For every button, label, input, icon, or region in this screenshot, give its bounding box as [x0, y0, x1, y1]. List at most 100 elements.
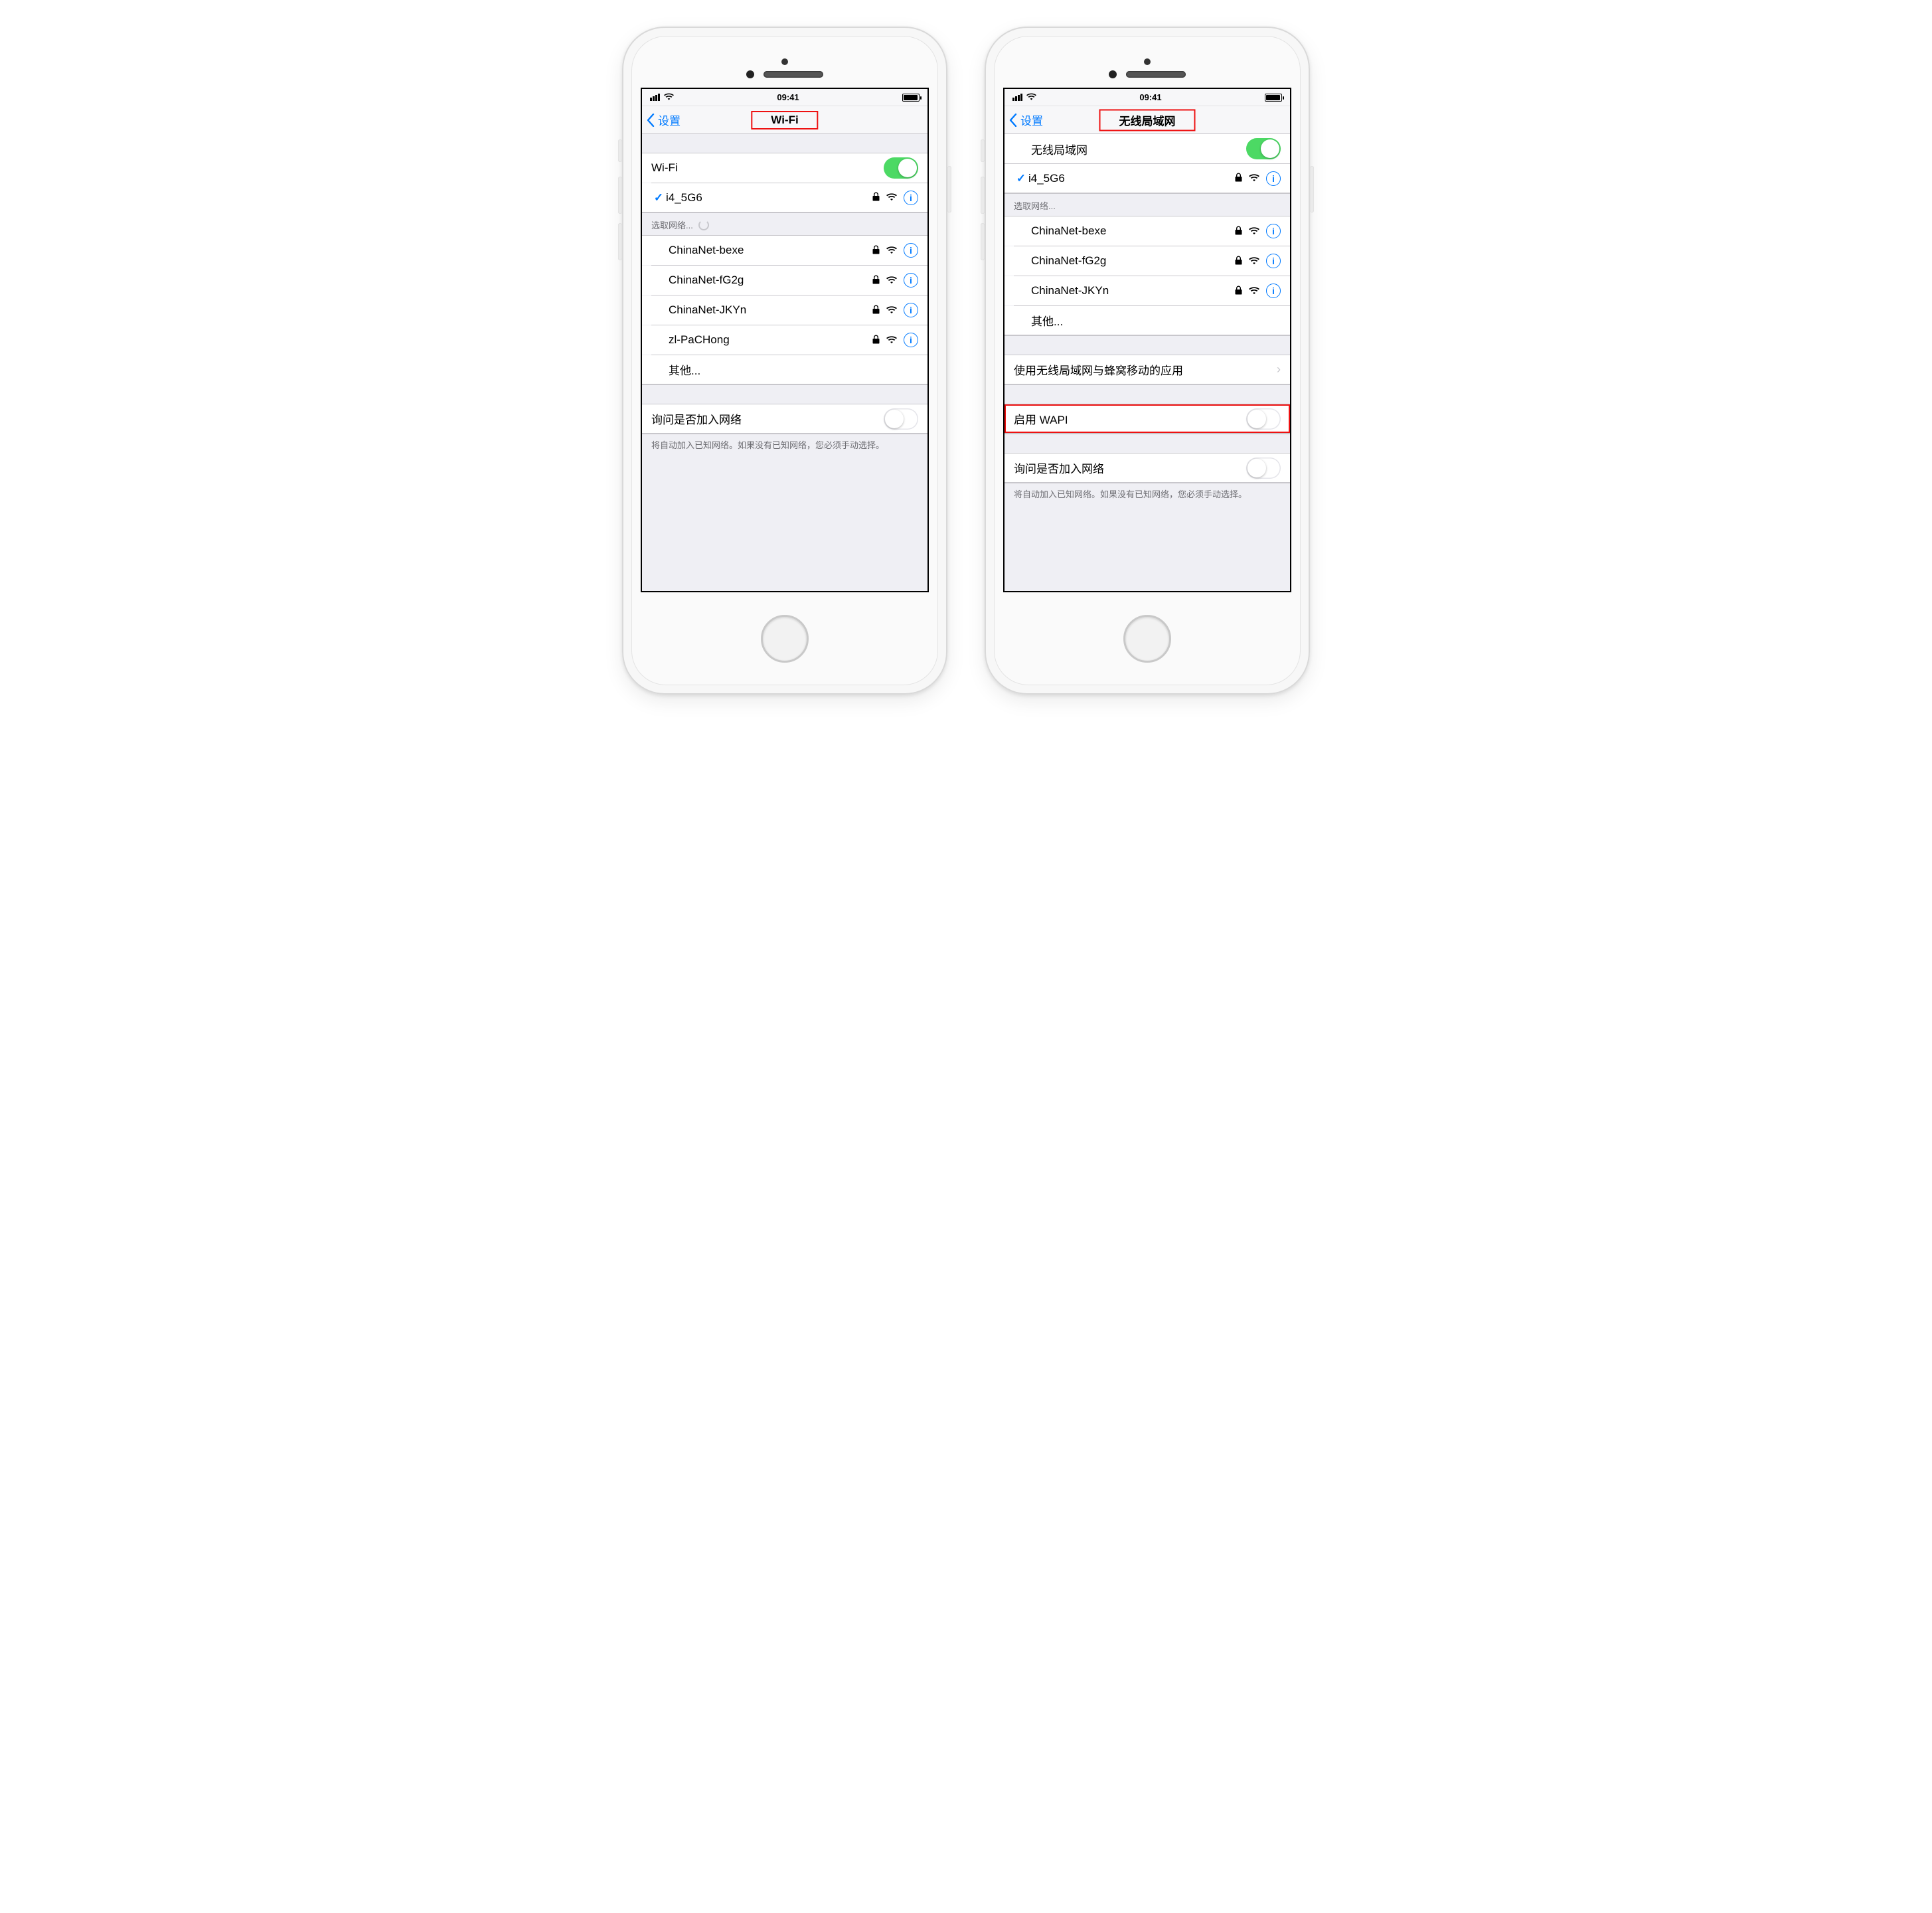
network-name: ChinaNet-fG2g — [669, 274, 872, 287]
wifi-signal-icon — [886, 245, 897, 256]
network-info-button[interactable]: i — [904, 333, 918, 347]
ask-join-row: 询问是否加入网络 — [1005, 454, 1290, 483]
wifi-toggle-label: Wi-Fi — [651, 161, 884, 175]
wifi-toggle-row: Wi-Fi — [642, 153, 927, 183]
network-info-button[interactable]: i — [1266, 171, 1281, 186]
ask-join-label: 询问是否加入网络 — [651, 410, 884, 427]
wapi-group: 启用 WAPI — [1005, 404, 1290, 434]
apps-using-label: 使用无线局域网与蜂窝移动的应用 — [1014, 361, 1271, 378]
nav-title-highlight: Wi-Fi — [751, 111, 818, 129]
front-camera-icon — [781, 58, 788, 65]
nav-back-button[interactable]: 设置 — [642, 112, 681, 128]
wifi-toggle[interactable] — [1246, 138, 1281, 159]
network-info-button[interactable]: i — [1266, 254, 1281, 268]
wifi-status-icon — [1026, 92, 1036, 102]
choose-network-label: 选取网络... — [1014, 199, 1056, 212]
power-button — [1310, 166, 1314, 212]
checkmark-icon: ✓ — [1014, 172, 1028, 185]
network-status-icons: i — [872, 191, 918, 205]
network-row[interactable]: ChinaNet-bexe i — [642, 236, 927, 265]
checkmark-icon: ✓ — [651, 191, 666, 205]
network-info-button[interactable]: i — [904, 191, 918, 205]
nav-title: 无线局域网 — [1119, 115, 1176, 127]
wapi-row: 启用 WAPI — [1005, 404, 1290, 434]
nav-title: Wi-Fi — [771, 114, 798, 126]
wifi-signal-icon — [1249, 226, 1259, 237]
networks-group: ChinaNet-bexe i ChinaNet-fG2g i — [642, 235, 927, 385]
network-info-button[interactable]: i — [904, 303, 918, 317]
network-info-button[interactable]: i — [1266, 224, 1281, 238]
wapi-label: 启用 WAPI — [1014, 410, 1246, 427]
volume-up-button — [981, 177, 985, 214]
network-row[interactable]: ChinaNet-JKYn i — [642, 295, 927, 325]
nav-title-highlight: 无线局域网 — [1099, 109, 1196, 131]
screen-right: 09:41 设置 无线局域网 无线局域网 — [1003, 88, 1291, 592]
loading-spinner-icon — [698, 220, 709, 230]
lock-icon — [872, 275, 880, 286]
wifi-main-group: 无线局域网 ✓ i4_5G6 i — [1005, 134, 1290, 194]
other-network-label: 其他... — [669, 361, 918, 378]
status-bar: 09:41 — [1005, 89, 1290, 106]
network-name: ChinaNet-JKYn — [669, 303, 872, 317]
network-row[interactable]: ChinaNet-fG2g i — [1005, 246, 1290, 276]
wifi-main-group: Wi-Fi ✓ i4_5G6 i — [642, 153, 927, 213]
networks-group: ChinaNet-bexe i ChinaNet-fG2g i — [1005, 216, 1290, 336]
nav-back-label: 设置 — [658, 112, 681, 128]
status-bar: 09:41 — [642, 89, 927, 106]
nav-back-button[interactable]: 设置 — [1005, 112, 1043, 128]
volume-down-button — [618, 223, 622, 260]
wifi-signal-icon — [1249, 286, 1259, 297]
battery-icon — [902, 94, 920, 102]
apps-using-group: 使用无线局域网与蜂窝移动的应用 › — [1005, 355, 1290, 385]
wifi-toggle-label: 无线局域网 — [1031, 141, 1246, 157]
connected-network-name: i4_5G6 — [666, 191, 872, 205]
network-info-button[interactable]: i — [904, 273, 918, 288]
home-button[interactable] — [1123, 615, 1171, 663]
other-network-row[interactable]: 其他... — [1005, 306, 1290, 335]
nav-bar: 设置 Wi-Fi — [642, 106, 927, 134]
earpiece-speaker-icon — [1126, 71, 1186, 78]
connected-network-row[interactable]: ✓ i4_5G6 i — [642, 183, 927, 212]
connected-network-row[interactable]: ✓ i4_5G6 i — [1005, 164, 1290, 193]
lock-icon — [872, 192, 880, 203]
lock-icon — [1235, 173, 1242, 184]
lock-icon — [872, 305, 880, 316]
wifi-signal-icon — [886, 192, 897, 203]
network-row[interactable]: ChinaNet-fG2g i — [642, 266, 927, 295]
choose-network-label: 选取网络... — [651, 218, 693, 231]
ask-join-note: 将自动加入已知网络。如果没有已知网络，您必须手动选择。 — [642, 434, 927, 459]
network-row[interactable]: ChinaNet-bexe i — [1005, 216, 1290, 246]
connected-network-name: i4_5G6 — [1028, 172, 1235, 185]
chevron-right-icon: › — [1277, 363, 1281, 376]
other-network-row[interactable]: 其他... — [642, 355, 927, 384]
proximity-sensor-icon — [746, 70, 754, 78]
other-network-label: 其他... — [1031, 312, 1281, 329]
screen-left: 09:41 设置 Wi-Fi Wi-Fi — [641, 88, 929, 592]
ask-join-toggle[interactable] — [884, 408, 918, 430]
network-info-button[interactable]: i — [1266, 284, 1281, 298]
network-row[interactable]: zl-PaCHong i — [642, 325, 927, 355]
network-info-button[interactable]: i — [904, 243, 918, 258]
apps-using-row[interactable]: 使用无线局域网与蜂窝移动的应用 › — [1005, 355, 1290, 384]
wifi-signal-icon — [886, 275, 897, 286]
chevron-left-icon — [646, 114, 655, 127]
wapi-toggle[interactable] — [1246, 408, 1281, 430]
cellular-signal-icon — [650, 94, 660, 101]
network-name: zl-PaCHong — [669, 333, 872, 347]
volume-up-button — [618, 177, 622, 214]
ask-join-toggle[interactable] — [1246, 457, 1281, 479]
wifi-status-icon — [664, 92, 674, 102]
wifi-toggle-row: 无线局域网 — [1005, 134, 1290, 163]
phone-device-left: 09:41 设置 Wi-Fi Wi-Fi — [622, 27, 947, 695]
home-button[interactable] — [761, 615, 809, 663]
mute-switch — [981, 139, 985, 162]
network-row[interactable]: ChinaNet-JKYn i — [1005, 276, 1290, 305]
earpiece-speaker-icon — [764, 71, 823, 78]
wifi-toggle[interactable] — [884, 157, 918, 179]
lock-icon — [872, 245, 880, 256]
ask-join-label: 询问是否加入网络 — [1014, 459, 1246, 476]
lock-icon — [1235, 286, 1242, 297]
cellular-signal-icon — [1012, 94, 1022, 101]
network-name: ChinaNet-JKYn — [1031, 284, 1235, 297]
chevron-left-icon — [1008, 114, 1018, 127]
